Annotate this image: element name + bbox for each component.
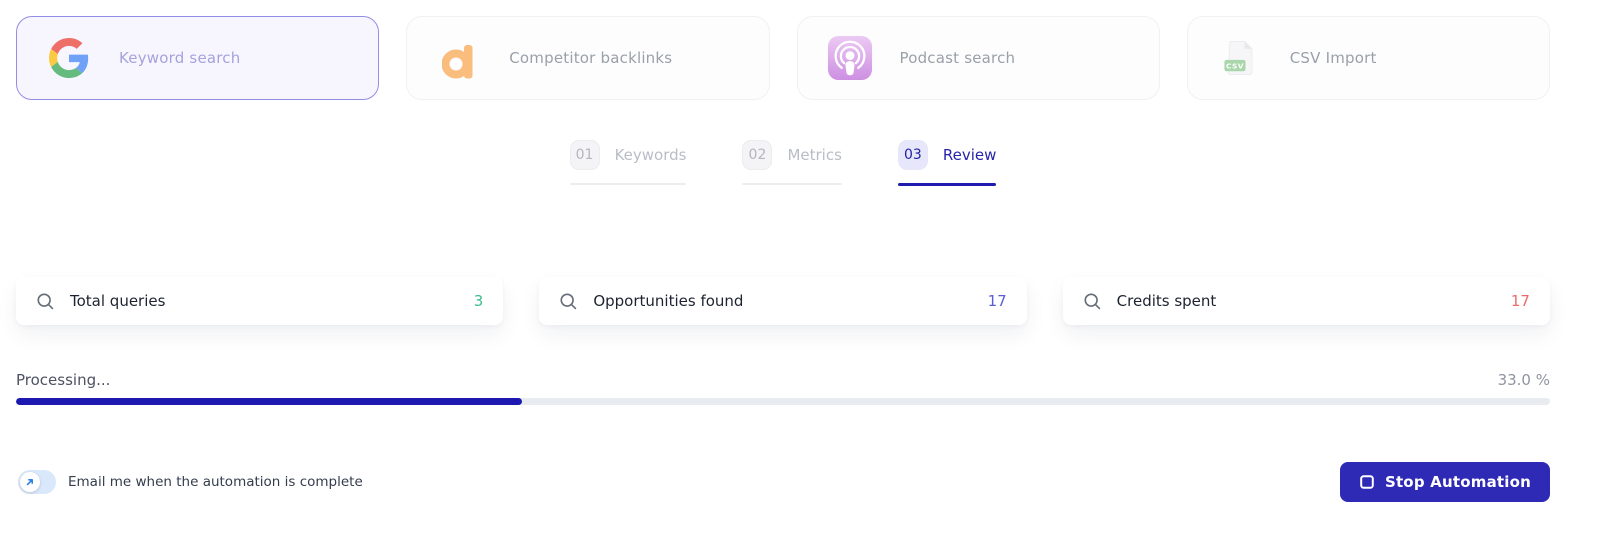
source-card-label: CSV Import: [1289, 49, 1377, 67]
footer-bar: Email me when the automation is complete…: [18, 462, 1550, 502]
step-metrics[interactable]: 02 Metrics: [742, 140, 842, 186]
ahrefs-icon: [435, 34, 483, 82]
stats-row: Total queries 3 Opportunities found 17 C…: [16, 277, 1550, 325]
svg-text:CSV: CSV: [1226, 61, 1244, 70]
google-icon: [45, 34, 93, 82]
source-card-podcast-search[interactable]: Podcast search: [796, 16, 1160, 100]
email-toggle[interactable]: [18, 470, 56, 494]
step-underline: [742, 183, 842, 185]
step-review[interactable]: 03 Review: [897, 140, 997, 186]
step-indicator: 01 Keywords 02 Metrics 03 Review: [16, 140, 1550, 186]
stop-automation-button[interactable]: Stop Automation: [1339, 462, 1550, 502]
source-tabs: Keyword search Competitor backlinks Podc…: [16, 16, 1550, 100]
search-icon: [559, 292, 578, 311]
stat-label: Credits spent: [1116, 292, 1217, 310]
stat-card-credits-spent: Credits spent 17: [1062, 277, 1550, 325]
step-label: Review: [942, 146, 997, 164]
step-number-badge: 03: [897, 140, 928, 170]
search-icon: [1083, 292, 1102, 311]
source-card-competitor-backlinks[interactable]: Competitor backlinks: [406, 16, 770, 100]
stat-label: Opportunities found: [593, 292, 744, 310]
step-keywords[interactable]: 01 Keywords: [569, 140, 687, 186]
step-underline: [897, 183, 997, 186]
search-icon: [36, 292, 55, 311]
stop-button-label: Stop Automation: [1384, 473, 1531, 491]
step-number-badge: 02: [742, 140, 773, 170]
stop-icon: [1359, 474, 1375, 490]
stat-card-total-queries: Total queries 3: [16, 277, 504, 325]
progress-header: Processing... 33.0 %: [16, 371, 1550, 389]
arrow-up-right-icon: [26, 479, 33, 486]
stat-value: 3: [473, 292, 484, 310]
stat-label: Total queries: [70, 292, 166, 310]
podcast-icon: [826, 34, 874, 82]
progress-percent: 33.0 %: [1497, 371, 1550, 389]
stat-value: 17: [1510, 292, 1530, 310]
step-number-badge: 01: [569, 140, 600, 170]
progress-fill: [16, 398, 523, 405]
stat-value: 17: [987, 292, 1007, 310]
source-card-label: Competitor backlinks: [509, 49, 673, 67]
step-label: Keywords: [614, 146, 687, 164]
source-card-keyword-search[interactable]: Keyword search: [16, 16, 380, 100]
source-card-label: Keyword search: [119, 49, 241, 67]
progress-status-text: Processing...: [16, 371, 111, 389]
toggle-knob: [20, 472, 40, 492]
source-card-csv-import[interactable]: CSV CSV Import: [1186, 16, 1550, 100]
progress-bar: [16, 398, 1550, 405]
step-label: Metrics: [787, 146, 842, 164]
csv-file-icon: CSV: [1216, 34, 1264, 82]
automation-page: Keyword search Competitor backlinks Podc…: [0, 0, 1600, 533]
stat-card-opportunities-found: Opportunities found 17: [539, 277, 1027, 325]
email-toggle-label: Email me when the automation is complete: [68, 474, 363, 490]
source-card-label: Podcast search: [899, 49, 1016, 67]
step-underline: [569, 183, 687, 185]
